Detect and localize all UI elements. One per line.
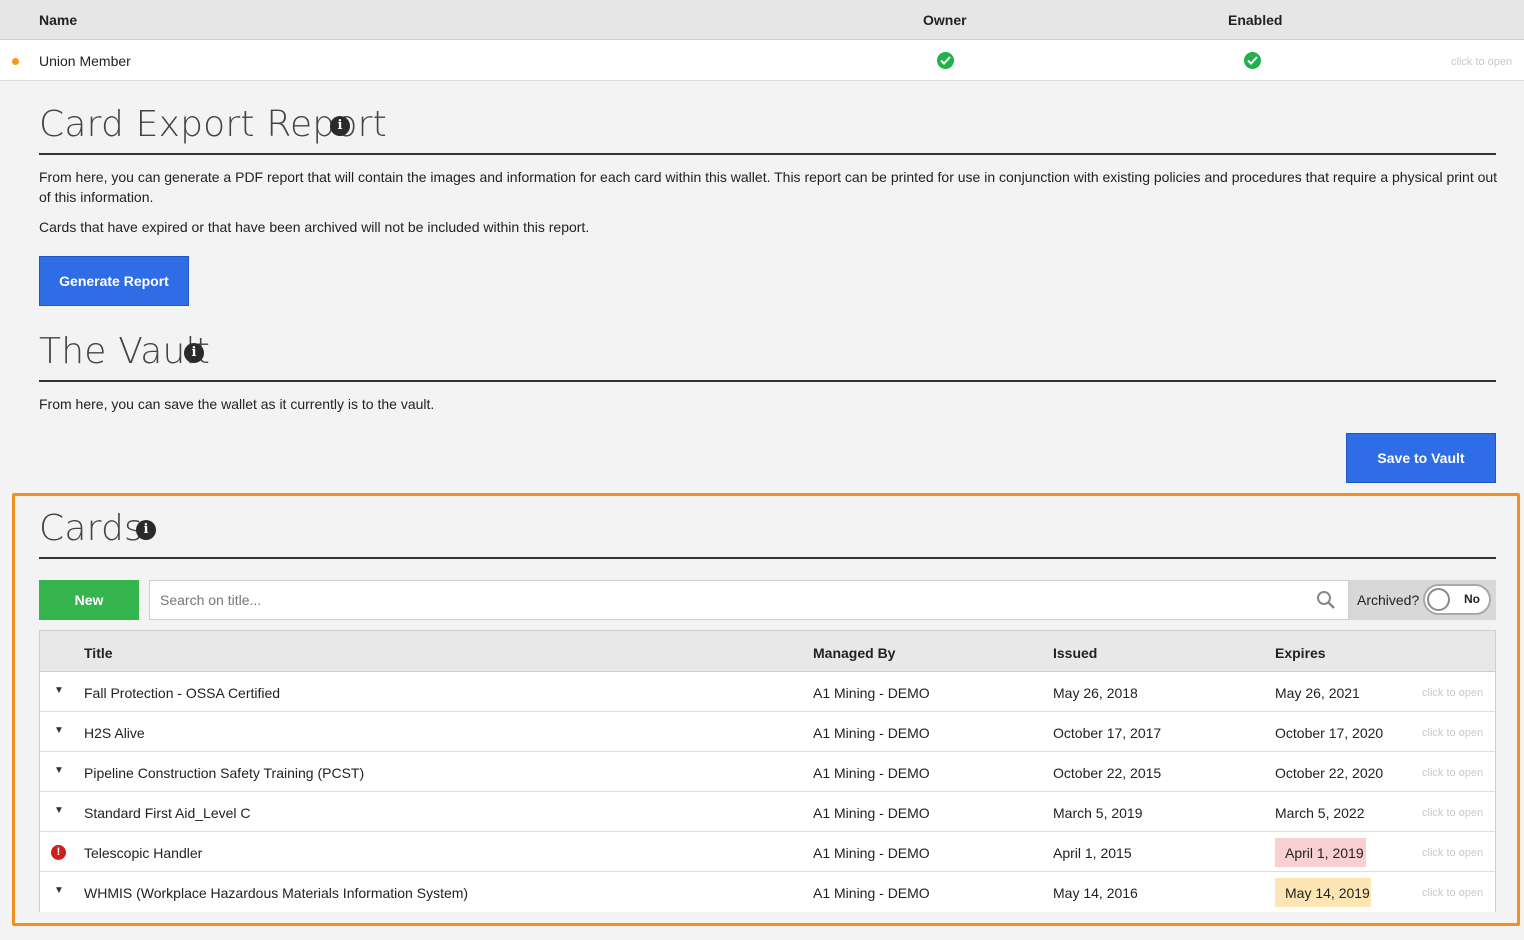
generate-report-button[interactable]: Generate Report [39, 256, 189, 306]
card-managed-by: A1 Mining - DEMO [813, 805, 930, 821]
new-card-button[interactable]: New [39, 580, 139, 620]
divider [39, 380, 1496, 382]
card-export-note: Cards that have expired or that have bee… [39, 219, 590, 235]
click-to-open-hint[interactable]: click to open [1422, 687, 1483, 699]
divider [39, 153, 1496, 155]
card-expires: March 5, 2022 [1275, 805, 1365, 821]
card-managed-by: A1 Mining - DEMO [813, 765, 930, 781]
archived-filter: Archived? No [1349, 580, 1496, 620]
member-click-to-open[interactable]: click to open [1451, 56, 1512, 68]
column-header-issued[interactable]: Issued [1053, 645, 1097, 661]
click-to-open-hint[interactable]: click to open [1422, 727, 1483, 739]
alert-circle-icon: ! [51, 845, 66, 860]
card-managed-by: A1 Mining - DEMO [813, 845, 930, 861]
divider [39, 557, 1496, 559]
card-issued: October 17, 2017 [1053, 725, 1162, 741]
card-expires: October 22, 2020 [1275, 765, 1384, 781]
toggle-state: No [1464, 592, 1480, 606]
column-header-expires[interactable]: Expires [1275, 645, 1326, 661]
card-title: Pipeline Construction Safety Training (P… [84, 765, 365, 781]
click-to-open-hint[interactable]: click to open [1422, 847, 1483, 859]
save-to-vault-button[interactable]: Save to Vault [1346, 433, 1496, 483]
search-icon[interactable] [1316, 590, 1336, 613]
column-header-enabled: Enabled [1228, 12, 1283, 28]
table-row[interactable]: ▼ Pipeline Construction Safety Training … [40, 752, 1495, 792]
member-name: Union Member [39, 53, 131, 69]
cards-table-header: Title Managed By Issued Expires [40, 631, 1495, 672]
click-to-open-hint[interactable]: click to open [1422, 767, 1483, 779]
card-managed-by: A1 Mining - DEMO [813, 685, 930, 701]
card-issued: May 14, 2016 [1053, 885, 1138, 901]
card-managed-by: A1 Mining - DEMO [813, 885, 930, 901]
archived-label: Archived? [1357, 592, 1420, 608]
card-expires: April 1, 2019 [1285, 845, 1364, 861]
card-managed-by: A1 Mining - DEMO [813, 725, 930, 741]
owner-check-icon [937, 52, 954, 69]
click-to-open-hint[interactable]: click to open [1422, 887, 1483, 899]
info-icon[interactable]: i [330, 116, 350, 136]
status-dot [12, 58, 19, 65]
card-export-description: From here, you can generate a PDF report… [39, 169, 1498, 205]
info-icon[interactable]: i [184, 343, 204, 363]
caret-down-icon[interactable]: ▼ [54, 685, 64, 696]
card-title: Standard First Aid_Level C [84, 805, 251, 821]
cards-title: Cards [39, 508, 143, 549]
column-header-name: Name [39, 12, 78, 28]
search-bar [149, 580, 1349, 620]
card-title: Telescopic Handler [84, 845, 203, 861]
table-row[interactable]: ▼ WHMIS (Workplace Hazardous Materials I… [40, 872, 1495, 912]
table-row[interactable]: ! Telescopic Handler A1 Mining - DEMO Ap… [40, 832, 1495, 872]
members-table-header: Name Owner Enabled [0, 0, 1524, 40]
table-row[interactable]: ▼ H2S Alive A1 Mining - DEMO October 17,… [40, 712, 1495, 752]
caret-down-icon[interactable]: ▼ [54, 805, 64, 816]
card-issued: March 5, 2019 [1053, 805, 1143, 821]
card-expires: May 26, 2021 [1275, 685, 1360, 701]
card-expires: May 14, 2019 [1285, 885, 1370, 901]
column-header-owner: Owner [923, 12, 967, 28]
column-header-managed-by[interactable]: Managed By [813, 645, 895, 661]
vault-description: From here, you can save the wallet as it… [39, 396, 435, 412]
click-to-open-hint[interactable]: click to open [1422, 807, 1483, 819]
toggle-knob [1427, 588, 1450, 611]
caret-down-icon[interactable]: ▼ [54, 725, 64, 736]
cards-table: Title Managed By Issued Expires ▼ Fall P… [39, 630, 1496, 912]
info-icon[interactable]: i [136, 520, 156, 540]
card-expires: October 17, 2020 [1275, 725, 1384, 741]
card-title: Fall Protection - OSSA Certified [84, 685, 281, 701]
card-issued: April 1, 2015 [1053, 845, 1132, 861]
enabled-check-icon [1244, 52, 1261, 69]
caret-down-icon[interactable]: ▼ [54, 765, 64, 776]
card-issued: October 22, 2015 [1053, 765, 1162, 781]
archived-toggle[interactable]: No [1423, 584, 1491, 615]
column-header-title[interactable]: Title [84, 645, 113, 661]
search-input[interactable] [160, 581, 1310, 619]
member-row[interactable]: Union Member click to open [0, 40, 1524, 81]
caret-down-icon[interactable]: ▼ [54, 885, 64, 896]
card-issued: May 26, 2018 [1053, 685, 1138, 701]
card-title: H2S Alive [84, 725, 145, 741]
table-row[interactable]: ▼ Fall Protection - OSSA Certified A1 Mi… [40, 672, 1495, 712]
table-row[interactable]: ▼ Standard First Aid_Level C A1 Mining -… [40, 792, 1495, 832]
card-title: WHMIS (Workplace Hazardous Materials Inf… [84, 885, 469, 901]
